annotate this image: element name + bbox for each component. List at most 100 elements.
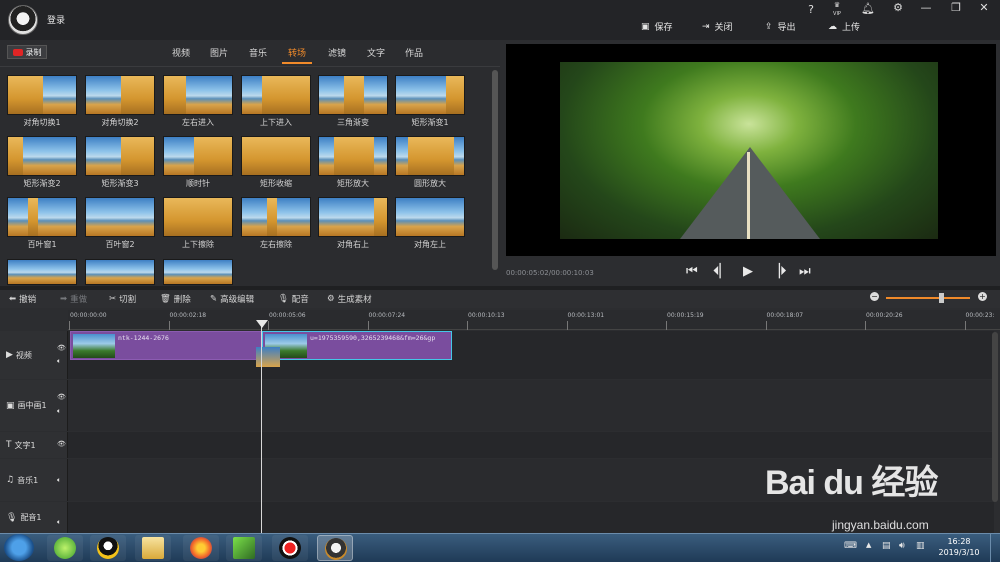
transition-thumb[interactable] [395, 75, 465, 115]
transition-thumb[interactable] [395, 136, 465, 176]
taskbar-app-browser[interactable] [47, 535, 83, 561]
playhead-handle[interactable] [256, 320, 268, 328]
zoom-in-icon[interactable]: + [978, 292, 987, 301]
tab-text[interactable]: 文字 [367, 46, 385, 59]
tray-expand-icon[interactable]: ▲ [866, 541, 871, 549]
transition-thumb[interactable] [7, 75, 77, 115]
transition-thumb[interactable] [85, 136, 155, 176]
transition-thumb[interactable] [241, 197, 311, 237]
transition-thumb[interactable] [163, 75, 233, 115]
transition-thumb[interactable] [7, 136, 77, 176]
transition-thumb[interactable] [7, 259, 77, 285]
tab-music[interactable]: 音乐 [249, 46, 267, 59]
upload-button[interactable]: ☁ 上传 [828, 20, 860, 34]
bell-icon[interactable]: 🔔︎ [860, 2, 876, 15]
close-button[interactable]: ⇥ 关闭 [702, 20, 733, 34]
speaker-icon[interactable]: 🔈︎ [57, 518, 61, 527]
cut-button[interactable]: ✂ 切割 [109, 293, 136, 305]
transition-thumb[interactable] [241, 75, 311, 115]
advanced-edit-button[interactable]: ✎ 高级编辑 [210, 293, 254, 305]
volume-tray-icon[interactable]: 🔊︎ [899, 541, 905, 551]
zoom-slider-handle[interactable] [939, 293, 944, 303]
timeline-ruler[interactable] [68, 310, 1000, 330]
taskbar-app-recorder[interactable] [272, 535, 308, 561]
close-window-icon[interactable]: ✕ [976, 1, 992, 14]
play-icon[interactable]: ▶ [743, 264, 753, 279]
transition-thumb[interactable] [85, 259, 155, 285]
transition-thumb[interactable] [7, 197, 77, 237]
folder-icon [142, 537, 164, 559]
ruler-tick-mark [865, 321, 866, 330]
video-clip-2[interactable]: u=1975359590,3265239468&fm=26&gp [262, 331, 452, 360]
login-link[interactable]: 登录 [47, 13, 65, 26]
ruler-tick-label: 00:00:02:18 [169, 312, 207, 319]
speaker-icon[interactable]: 🔈︎ [57, 407, 61, 416]
transition-label: 矩形渐变1 [411, 118, 449, 127]
network-tray-icon[interactable]: ▥ [916, 541, 925, 551]
taskbar-app-firefox[interactable] [183, 535, 219, 561]
tab-works[interactable]: 作品 [405, 46, 423, 59]
generate-asset-button[interactable]: ⚙ 生成素材 [327, 293, 372, 305]
transition-thumb[interactable] [318, 136, 388, 176]
speaker-icon[interactable]: 🔈︎ [57, 357, 61, 366]
app-logo-avatar[interactable] [8, 5, 38, 35]
minimize-icon[interactable]: — [918, 1, 934, 14]
tab-image[interactable]: 图片 [210, 46, 228, 59]
tab-filter[interactable]: 滤镜 [328, 46, 346, 59]
transition-thumb[interactable] [241, 136, 311, 176]
start-button-icon[interactable] [4, 534, 34, 561]
transition-label: 对角切换2 [101, 118, 139, 127]
video-clip-1[interactable]: ntk-1244-2676 [70, 331, 262, 360]
undo-button[interactable]: ⬅ 撤销 [9, 293, 36, 305]
transition-thumb[interactable] [85, 75, 155, 115]
track-header-pip: ▣ 画中画1 [0, 380, 68, 431]
help-icon[interactable]: ? [803, 3, 819, 16]
gear-icon[interactable]: ⚙ [890, 1, 906, 14]
delete-button[interactable]: 🗑︎ 删除 [160, 293, 191, 305]
tab-video[interactable]: 视频 [172, 46, 190, 59]
ruler-tick-mark [268, 321, 269, 330]
tab-transition[interactable]: 转场 [288, 46, 306, 59]
taskbar-clock[interactable]: 16:28 2019/3/10 [938, 536, 980, 558]
transition-thumb[interactable] [318, 197, 388, 237]
eye-icon[interactable]: 👁︎ [57, 440, 66, 448]
step-back-icon[interactable]: ⏴▏ [713, 264, 730, 279]
eye-icon[interactable]: 👁︎ [57, 344, 66, 352]
clip-thumbnail [73, 334, 115, 358]
redo-button[interactable]: ➡ 重做 [60, 293, 87, 305]
restore-icon[interactable]: ❐ [948, 1, 964, 14]
record-button[interactable]: 录制 [7, 45, 47, 59]
show-desktop-button[interactable] [990, 534, 1000, 562]
vip-crown-icon[interactable]: ♛ VIP [829, 1, 845, 17]
transition-thumb[interactable] [85, 197, 155, 237]
taskbar-app-player[interactable] [226, 535, 262, 561]
transition-marker[interactable] [256, 347, 280, 367]
trash-icon: 🗑︎ [160, 294, 171, 304]
transition-thumb[interactable] [395, 197, 465, 237]
save-button[interactable]: ▣ 保存 [641, 20, 673, 34]
transition-thumb[interactable] [163, 136, 233, 176]
device-tray-icon[interactable]: ▤ [882, 541, 891, 551]
scissors-icon: ✂ [109, 294, 117, 304]
zoom-slider[interactable] [886, 297, 970, 299]
skip-to-end-icon[interactable]: ⏭ [799, 264, 811, 279]
step-forward-icon[interactable]: ▕⏵ [770, 264, 787, 279]
pip-track[interactable] [0, 380, 994, 431]
export-button[interactable]: ⇪ 导出 [765, 20, 796, 34]
playhead-line[interactable] [261, 322, 262, 534]
library-scrollbar[interactable] [492, 70, 498, 270]
eye-icon[interactable]: 👁︎ [57, 393, 66, 401]
transition-label: 上下进入 [260, 118, 292, 127]
taskbar-app-qq[interactable] [90, 535, 126, 561]
timeline-scrollbar[interactable] [992, 332, 998, 502]
skip-to-start-icon[interactable]: ⏮ [686, 264, 698, 279]
transition-thumb[interactable] [163, 259, 233, 285]
transition-thumb[interactable] [318, 75, 388, 115]
zoom-out-icon[interactable]: − [870, 292, 879, 301]
dub-button[interactable]: 🎙︎ 配音 [278, 293, 309, 305]
taskbar-app-explorer[interactable] [135, 535, 171, 561]
speaker-icon[interactable]: 🔈︎ [57, 476, 61, 485]
transition-thumb[interactable] [163, 197, 233, 237]
keyboard-tray-icon[interactable]: ⌨ [844, 541, 857, 551]
taskbar-app-editor[interactable] [317, 535, 353, 561]
